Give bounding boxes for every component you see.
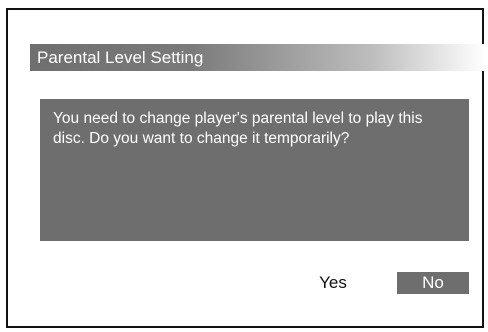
dialog-title-bar: Parental Level Setting: [30, 44, 485, 71]
osd-screen: Parental Level Setting You need to chang…: [6, 8, 485, 328]
dialog-message: You need to change player's parental lev…: [53, 110, 423, 147]
no-button[interactable]: No: [397, 272, 469, 294]
yes-button[interactable]: Yes: [297, 272, 369, 294]
dialog-title: Parental Level Setting: [37, 48, 204, 67]
message-panel: You need to change player's parental lev…: [40, 99, 469, 241]
